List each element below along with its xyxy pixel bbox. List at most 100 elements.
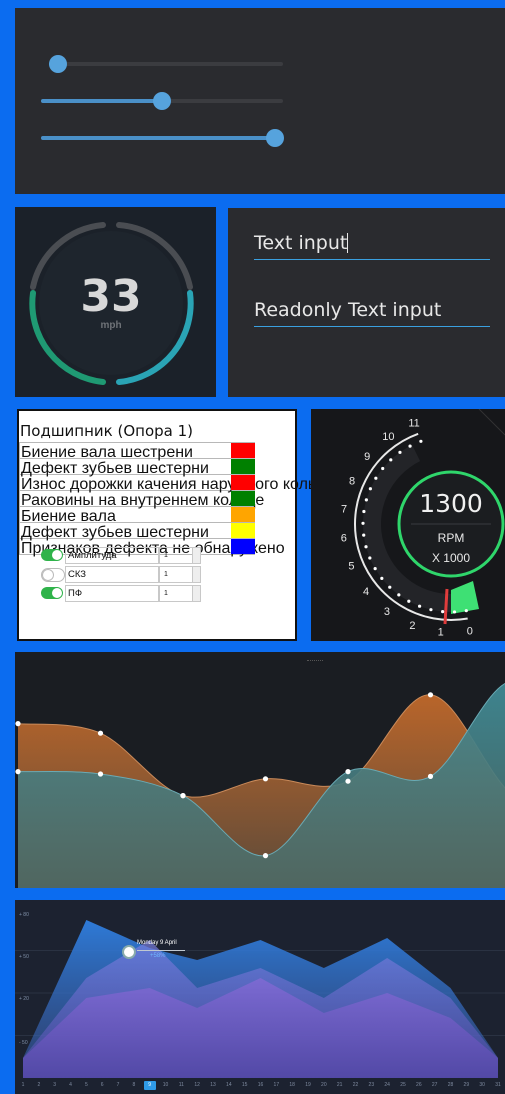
x-tick-label[interactable]: 28 — [445, 1081, 457, 1090]
slider-3-handle[interactable] — [266, 129, 284, 147]
rpm-tick-dot — [374, 476, 378, 480]
area-data-point[interactable] — [97, 730, 104, 736]
x-tick-label[interactable]: 10 — [160, 1081, 172, 1090]
option-spinbox[interactable]: 1 — [159, 585, 201, 602]
x-tick-label[interactable]: 29 — [460, 1081, 472, 1090]
rpm-multiplier: X 1000 — [431, 551, 471, 565]
rpm-tick-dot — [388, 585, 392, 589]
rpm-tick-label: 0 — [467, 625, 473, 637]
x-tick-label[interactable]: 26 — [413, 1081, 425, 1090]
rpm-tick-label: 11 — [408, 418, 419, 430]
x-tick-label[interactable]: 4 — [65, 1081, 77, 1090]
option-label: Амплитуда — [65, 547, 159, 564]
slider-3-fill — [41, 136, 275, 140]
slider-2-handle[interactable] — [153, 92, 171, 110]
toggle-knob — [52, 550, 62, 560]
area-data-point[interactable] — [15, 769, 21, 775]
tooltip-value: +58% — [150, 953, 166, 959]
option-toggle[interactable] — [41, 568, 65, 582]
tooltip-marker[interactable] — [122, 945, 136, 959]
slider-3[interactable] — [41, 129, 284, 147]
x-tick-label[interactable]: 3 — [49, 1081, 61, 1090]
rpm-tick-label: 9 — [364, 451, 370, 463]
area-data-point[interactable] — [345, 778, 351, 784]
x-tick-label[interactable]: 14 — [223, 1081, 235, 1090]
readonly-text-input-field[interactable]: Readonly Text input — [254, 294, 490, 327]
rpm-gauge-panel: 0 1 2 3 4 5 6 7 8 9 10 11 1300 RPM X 1000 — [311, 409, 505, 641]
defect-row: Износ дорожки качения наружного кольца — [19, 475, 334, 493]
mountain-chart — [15, 920, 505, 1078]
speed-unit: mph — [100, 320, 122, 331]
option-spinbox[interactable]: 1 — [159, 547, 201, 564]
spin-buttons[interactable] — [192, 567, 200, 582]
x-tick-label[interactable]: 23 — [365, 1081, 377, 1090]
area-data-point[interactable] — [345, 769, 351, 775]
x-tick-selected[interactable]: 9 — [143, 1081, 156, 1090]
slider-2[interactable] — [41, 92, 283, 110]
x-tick-label[interactable]: 16 — [255, 1081, 267, 1090]
x-tick-label[interactable]: 22 — [350, 1081, 362, 1090]
defect-status-swatch — [231, 491, 255, 506]
option-row: ПФ 1 — [41, 585, 221, 603]
defect-status-swatch — [231, 507, 255, 522]
x-tick-label[interactable]: 8 — [128, 1081, 140, 1090]
rpm-tick-label: 4 — [363, 586, 369, 598]
x-tick-label[interactable]: 1 — [17, 1081, 29, 1090]
spin-buttons[interactable] — [192, 548, 200, 563]
rpm-tick-label: 7 — [341, 504, 347, 516]
x-tick-label[interactable]: 30 — [476, 1081, 488, 1090]
x-tick-label[interactable]: 5 — [80, 1081, 92, 1090]
x-tick-label[interactable]: 24 — [381, 1081, 393, 1090]
x-tick-label[interactable]: 27 — [429, 1081, 441, 1090]
rpm-tick-label: 3 — [384, 606, 390, 618]
area-data-point[interactable] — [180, 793, 186, 799]
area-data-point[interactable] — [262, 776, 269, 782]
defect-status-swatch — [231, 443, 255, 458]
x-tick-label[interactable]: 19 — [302, 1081, 314, 1090]
area-data-point[interactable] — [15, 721, 21, 727]
text-input-field[interactable]: Text input — [254, 227, 490, 260]
rpm-tick-dot — [398, 450, 402, 454]
option-label: СКЗ — [65, 566, 159, 583]
area-data-point[interactable] — [262, 853, 269, 859]
option-toggle[interactable] — [41, 549, 63, 561]
area-chart — [15, 682, 505, 888]
x-tick-label[interactable]: 15 — [239, 1081, 251, 1090]
x-tick-label[interactable]: 11 — [175, 1081, 187, 1090]
x-tick-label[interactable]: 13 — [207, 1081, 219, 1090]
defect-row: Дефект зубьев шестерни — [19, 459, 255, 477]
x-tick-label[interactable]: 31 — [492, 1081, 504, 1090]
option-spinbox[interactable]: 1 — [159, 566, 201, 583]
x-tick-label[interactable]: 25 — [397, 1081, 409, 1090]
rpm-unit: RPM — [437, 531, 465, 545]
spin-buttons[interactable] — [192, 586, 200, 601]
x-tick-label[interactable]: 17 — [270, 1081, 282, 1090]
rpm-tick-dot — [361, 521, 365, 525]
x-tick-label[interactable]: 21 — [334, 1081, 346, 1090]
area-data-point[interactable] — [427, 692, 434, 698]
rpm-tick-dot — [452, 610, 457, 614]
x-tick-label[interactable]: 6 — [96, 1081, 108, 1090]
rpm-tick-label: 5 — [348, 561, 354, 573]
tooltip-title: Monday 9 April — [137, 940, 177, 946]
area-data-point[interactable] — [427, 773, 434, 779]
defect-row: Раковины на внутреннем кольце — [19, 491, 264, 509]
rpm-tick-dot — [368, 556, 372, 560]
rpm-tick-label: 8 — [349, 476, 355, 488]
area-data-point[interactable] — [97, 771, 104, 777]
x-tick-label[interactable]: 20 — [318, 1081, 330, 1090]
y-tick-label: - 50 — [19, 1040, 28, 1046]
rpm-tick-label: 2 — [409, 620, 415, 632]
slider-1-handle[interactable] — [49, 55, 68, 73]
rpm-tick-dot — [364, 498, 368, 502]
option-row: Амплитуда 1 — [41, 547, 221, 565]
x-tick-label[interactable]: 18 — [286, 1081, 298, 1090]
x-tick-label[interactable]: 2 — [33, 1081, 45, 1090]
slider-1[interactable] — [49, 55, 283, 73]
y-tick-label: + 80 — [19, 912, 29, 918]
option-toggle[interactable] — [41, 587, 63, 599]
defect-status-swatch — [231, 475, 255, 490]
x-tick-label[interactable]: 12 — [191, 1081, 203, 1090]
sliders-panel — [15, 8, 505, 194]
x-tick-label[interactable]: 7 — [112, 1081, 124, 1090]
